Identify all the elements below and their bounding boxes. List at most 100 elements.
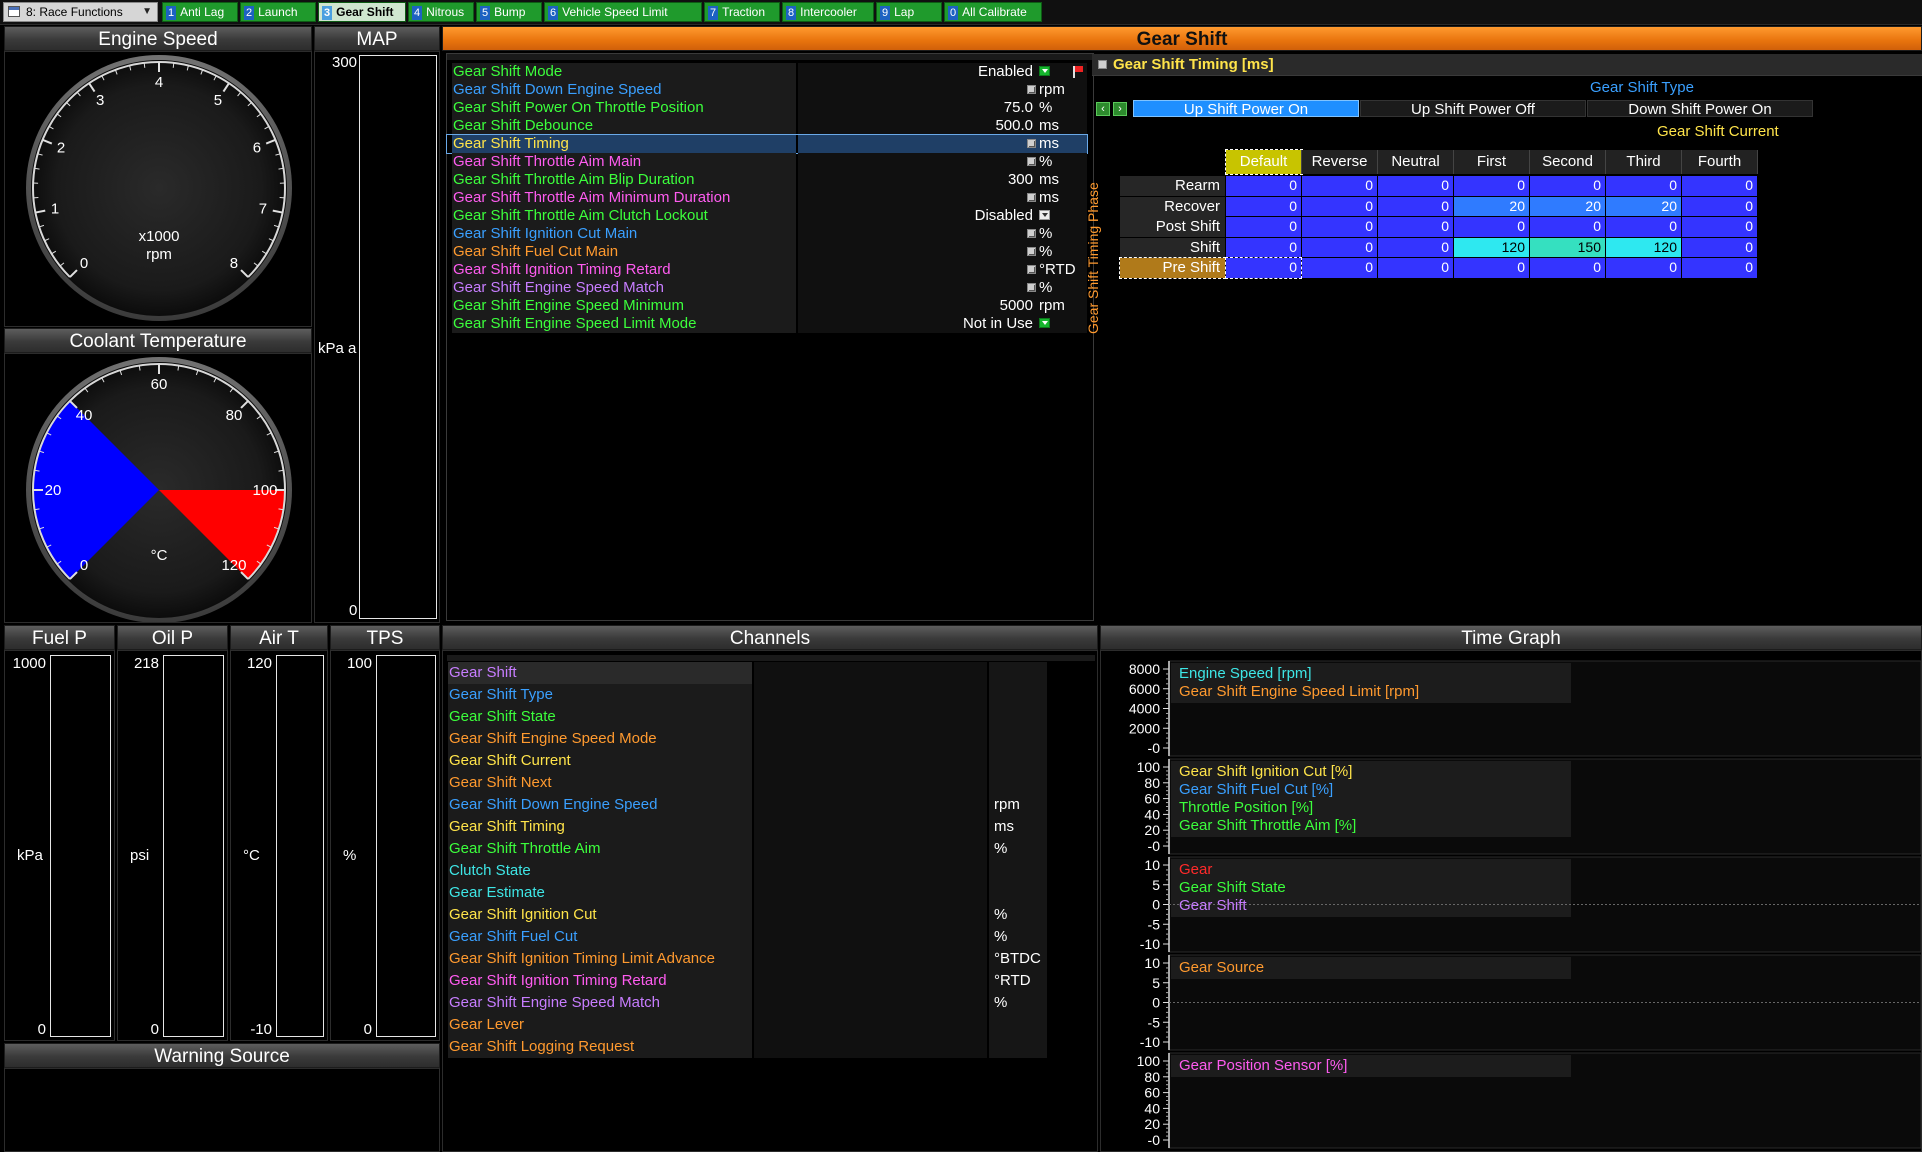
workspace-tab-vehicle-speed-limit[interactable]: 6 Vehicle Speed Limit bbox=[544, 2, 702, 22]
workspace-tab-bump[interactable]: 5 Bump bbox=[476, 2, 542, 22]
table-cell[interactable]: 0 bbox=[1606, 217, 1681, 237]
table-icon[interactable] bbox=[1027, 139, 1036, 148]
table-cell[interactable]: 20 bbox=[1606, 196, 1681, 216]
workspace-tab-anti-lag[interactable]: 1 Anti Lag bbox=[162, 2, 238, 22]
phase-next-button[interactable]: › bbox=[1113, 102, 1127, 116]
channel-row[interactable]: Gear Estimate bbox=[443, 882, 1083, 904]
table-cell[interactable]: 0 bbox=[1454, 258, 1529, 278]
channel-row[interactable]: Gear Shift State bbox=[443, 706, 1083, 728]
channel-row[interactable]: Gear Shift Logging Request bbox=[443, 1036, 1083, 1058]
setting-row[interactable]: Gear Shift Ignition Cut Main% bbox=[447, 225, 1087, 243]
setting-row[interactable]: Gear Shift Timing ms bbox=[446, 134, 1088, 154]
table-cell[interactable]: 0 bbox=[1682, 258, 1757, 278]
table-icon[interactable] bbox=[1027, 157, 1036, 166]
row-header[interactable]: Pre Shift bbox=[1119, 257, 1226, 279]
setting-row[interactable]: Gear Shift Engine Speed Minimum 5000 rpm bbox=[447, 297, 1087, 315]
column-header[interactable]: Fourth bbox=[1682, 150, 1758, 174]
column-header[interactable]: Second bbox=[1530, 150, 1606, 174]
layout-select[interactable]: 8: Race Functions ▼ bbox=[3, 2, 158, 22]
row-header[interactable]: Post Shift bbox=[1120, 217, 1225, 237]
table-cell[interactable]: 0 bbox=[1225, 257, 1302, 279]
table-cell[interactable]: 0 bbox=[1226, 217, 1301, 237]
table-icon[interactable] bbox=[1027, 265, 1036, 274]
legend-entry[interactable]: Gear Shift bbox=[1179, 897, 1247, 915]
table-cell[interactable]: 150 bbox=[1530, 237, 1605, 257]
table-icon[interactable] bbox=[1027, 193, 1036, 202]
table-cell[interactable]: 0 bbox=[1682, 196, 1757, 216]
table-icon[interactable] bbox=[1027, 229, 1036, 238]
channel-row[interactable]: Gear Shift Engine Speed Mode bbox=[443, 728, 1083, 750]
table-icon[interactable] bbox=[1027, 247, 1036, 256]
channel-row[interactable]: Gear Shift Next bbox=[443, 772, 1083, 794]
channel-row[interactable]: Gear Shift Fuel Cut% bbox=[443, 926, 1083, 948]
table-cell[interactable]: 0 bbox=[1454, 176, 1529, 196]
row-header[interactable]: Rearm bbox=[1120, 176, 1225, 196]
legend-entry[interactable]: Gear Position Sensor [%] bbox=[1179, 1057, 1347, 1075]
channel-row[interactable]: Gear Shift Type bbox=[443, 684, 1083, 706]
workspace-tab-all-calibrate[interactable]: 0 All Calibrate bbox=[944, 2, 1042, 22]
table-cell[interactable]: 0 bbox=[1606, 176, 1681, 196]
table-cell[interactable]: 0 bbox=[1682, 217, 1757, 237]
setting-row[interactable]: Gear Shift Throttle Aim Blip Duration 300… bbox=[447, 171, 1087, 189]
legend-entry[interactable]: Gear Shift Engine Speed Limit [rpm] bbox=[1179, 683, 1419, 701]
dropdown-icon[interactable] bbox=[1039, 66, 1050, 76]
table-cell[interactable]: 0 bbox=[1226, 237, 1301, 257]
setting-row[interactable]: Gear Shift Throttle Aim Minimum Duration… bbox=[447, 189, 1087, 207]
workspace-tab-nitrous[interactable]: 4 Nitrous bbox=[408, 2, 474, 22]
channel-row[interactable]: Clutch State bbox=[443, 860, 1083, 882]
row-header[interactable]: Recover bbox=[1120, 196, 1225, 217]
column-header[interactable]: Neutral bbox=[1378, 150, 1454, 174]
phase-down-shift-power-on[interactable]: Down Shift Power On bbox=[1587, 100, 1813, 118]
table-cell[interactable]: 0 bbox=[1530, 176, 1605, 196]
table-cell[interactable]: 20 bbox=[1454, 196, 1529, 216]
setting-row[interactable]: Gear Shift Throttle Aim Main% bbox=[447, 153, 1087, 171]
table-cell[interactable]: 0 bbox=[1226, 196, 1301, 216]
channel-row[interactable]: Gear Shift Down Engine Speed rpm bbox=[443, 794, 1083, 816]
table-cell[interactable]: 0 bbox=[1606, 258, 1681, 278]
legend-entry[interactable]: Engine Speed [rpm] bbox=[1179, 665, 1312, 683]
table-cell[interactable]: 0 bbox=[1302, 196, 1377, 216]
table-cell[interactable]: 120 bbox=[1454, 237, 1529, 257]
legend-entry[interactable]: Gear Shift Ignition Cut [%] bbox=[1179, 763, 1352, 781]
setting-row[interactable]: Gear Shift Debounce 500.0 ms bbox=[447, 117, 1087, 135]
legend-entry[interactable]: Gear Source bbox=[1179, 959, 1264, 977]
table-cell[interactable]: 0 bbox=[1682, 237, 1757, 257]
table-cell[interactable]: 120 bbox=[1606, 237, 1681, 257]
phase-prev-button[interactable]: ‹ bbox=[1096, 102, 1110, 116]
table-cell[interactable]: 0 bbox=[1682, 176, 1757, 196]
graph-pane[interactable]: 10 5 0 -5 -10 bbox=[1140, 856, 1922, 953]
channel-row[interactable]: Gear Shift bbox=[443, 662, 1083, 684]
legend-entry[interactable]: Gear Shift State bbox=[1179, 879, 1286, 897]
legend-entry[interactable]: Gear Shift Fuel Cut [%] bbox=[1179, 781, 1333, 799]
table-icon[interactable] bbox=[1027, 85, 1036, 94]
phase-up-shift-power-off[interactable]: Up Shift Power Off bbox=[1360, 100, 1586, 118]
table-cell[interactable]: 0 bbox=[1530, 258, 1605, 278]
channel-row[interactable]: Gear Shift Engine Speed Match% bbox=[443, 992, 1083, 1014]
table-cell[interactable]: 0 bbox=[1302, 237, 1377, 257]
column-header[interactable]: Default bbox=[1225, 149, 1303, 175]
setting-row[interactable]: Gear Shift Fuel Cut Main% bbox=[447, 243, 1087, 261]
column-header[interactable]: Third bbox=[1606, 150, 1682, 174]
phase-up-shift-power-on[interactable]: Up Shift Power On bbox=[1133, 100, 1359, 118]
column-header[interactable]: Reverse bbox=[1302, 150, 1378, 174]
dropdown-icon[interactable] bbox=[1039, 210, 1050, 220]
column-header[interactable]: First bbox=[1454, 150, 1530, 174]
workspace-tab-launch[interactable]: 2 Launch bbox=[240, 2, 316, 22]
channel-row[interactable]: Gear Shift Timing ms bbox=[443, 816, 1083, 838]
table-cell[interactable]: 0 bbox=[1302, 217, 1377, 237]
legend-entry[interactable]: Throttle Position [%] bbox=[1179, 799, 1313, 817]
table-cell[interactable]: 0 bbox=[1302, 176, 1377, 196]
legend-entry[interactable]: Gear Shift Throttle Aim [%] bbox=[1179, 817, 1356, 835]
table-cell[interactable]: 0 bbox=[1378, 217, 1453, 237]
workspace-tab-intercooler[interactable]: 8 Intercooler bbox=[782, 2, 874, 22]
channel-row[interactable]: Gear Shift Throttle Aim% bbox=[443, 838, 1083, 860]
setting-row[interactable]: Gear Shift Engine Speed Limit Mode Not in… bbox=[447, 315, 1087, 333]
table-cell[interactable]: 0 bbox=[1302, 258, 1377, 278]
setting-row[interactable]: Gear Shift Power On Throttle Position 75.… bbox=[447, 99, 1087, 117]
workspace-tab-lap[interactable]: 9 Lap bbox=[876, 2, 942, 22]
workspace-tab-traction[interactable]: 7 Traction bbox=[704, 2, 780, 22]
table-icon[interactable] bbox=[1027, 283, 1036, 292]
channel-row[interactable]: Gear Shift Ignition Timing Limit Advance… bbox=[443, 948, 1083, 970]
table-cell[interactable]: 20 bbox=[1530, 196, 1605, 216]
setting-row[interactable]: Gear Shift Down Engine Speed rpm bbox=[447, 81, 1087, 99]
